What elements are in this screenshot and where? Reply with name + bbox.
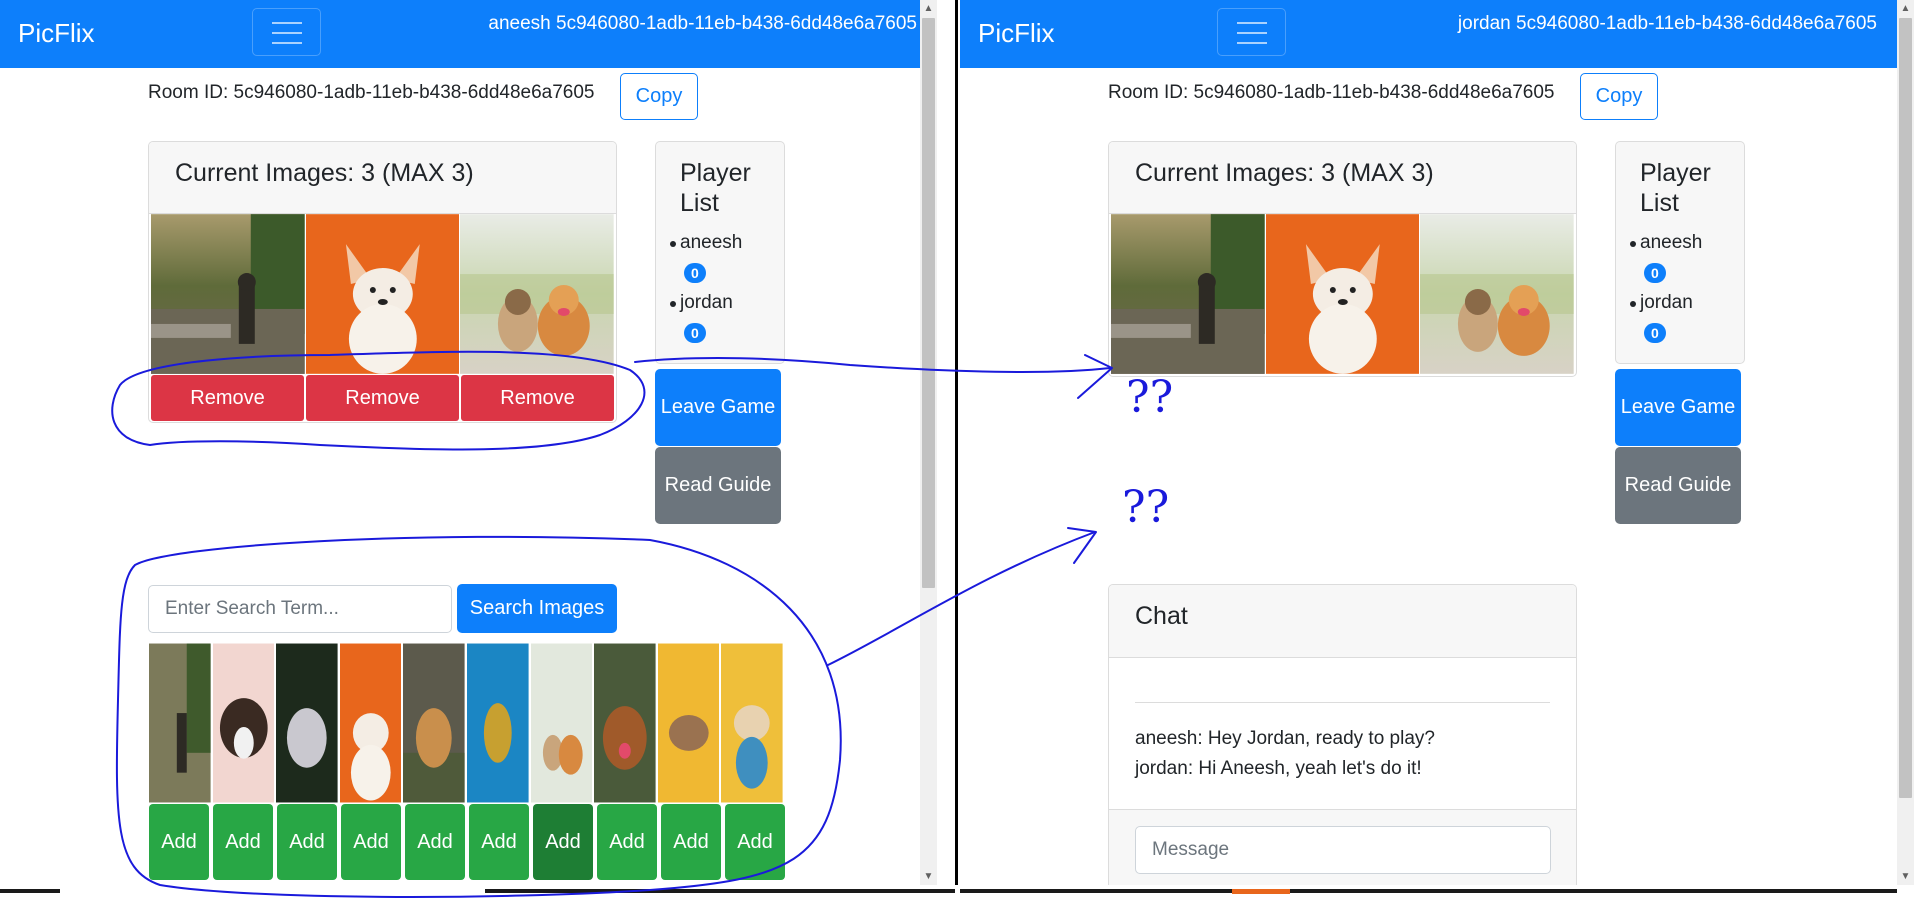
search-results xyxy=(149,643,785,803)
result-image-2 xyxy=(212,643,275,803)
right-browser-window: PicFlix jordan 5c946080-1adb-11eb-b438-6… xyxy=(960,0,1897,905)
score-badge: 0 xyxy=(1644,323,1666,343)
remove-image-1-button[interactable]: Remove xyxy=(151,375,304,421)
chat-message: aneesh: Hey Jordan, ready to play? xyxy=(1135,728,1435,749)
result-image-5 xyxy=(403,643,465,803)
add-image-button[interactable]: Add xyxy=(661,804,721,880)
scroll-down-icon[interactable]: ▼ xyxy=(920,868,937,885)
result-image-7 xyxy=(530,643,593,803)
player-list-card: Player List aneesh 0 jordan 0 xyxy=(655,141,785,364)
chat-message: jordan: Hi Aneesh, yeah let's do it! xyxy=(1135,758,1422,779)
chat-divider xyxy=(1135,702,1550,703)
read-guide-button[interactable]: Read Guide xyxy=(1615,447,1741,524)
add-image-button[interactable]: Add xyxy=(277,804,337,880)
result-image-8 xyxy=(594,643,656,803)
room-id-label: Room ID: 5c946080-1adb-11eb-b438-6dd48e6… xyxy=(148,82,595,103)
add-image-button[interactable]: Add xyxy=(533,804,593,880)
player-list: aneesh 0 jordan 0 xyxy=(670,228,760,348)
menu-toggle-button[interactable] xyxy=(252,8,321,56)
room-id-label: Room ID: 5c946080-1adb-11eb-b438-6dd48e6… xyxy=(1108,82,1555,103)
result-image-4 xyxy=(339,643,402,803)
navbar: PicFlix jordan 5c946080-1adb-11eb-b438-6… xyxy=(960,0,1897,68)
vertical-scrollbar[interactable]: ▲ ▼ xyxy=(920,0,937,905)
player-name: jordan xyxy=(1640,292,1693,313)
leave-game-button[interactable]: Leave Game xyxy=(1615,369,1741,446)
add-image-button[interactable]: Add xyxy=(469,804,529,880)
player-list-card: Player List aneesh 0 jordan 0 xyxy=(1615,141,1745,364)
scrollbar-thumb[interactable] xyxy=(922,18,935,588)
read-guide-button[interactable]: Read Guide xyxy=(655,447,781,524)
add-image-button[interactable]: Add xyxy=(725,804,785,880)
search-images-button[interactable]: Search Images xyxy=(457,584,617,633)
dog-at-creek-image xyxy=(1111,214,1265,374)
player-item: jordan 0 xyxy=(670,288,758,348)
dog-at-creek-image xyxy=(151,214,305,374)
add-image-button[interactable]: Add xyxy=(149,804,209,880)
remove-image-2-button[interactable]: Remove xyxy=(306,375,459,421)
player-item: aneesh 0 xyxy=(670,228,758,288)
copy-room-id-button[interactable]: Copy xyxy=(620,73,698,120)
player-name: jordan xyxy=(680,292,733,313)
brand-logo[interactable]: PicFlix xyxy=(18,18,95,49)
result-image-1 xyxy=(149,643,211,803)
result-image-3 xyxy=(276,643,338,803)
two-dogs-on-path-image xyxy=(1420,214,1575,374)
scroll-up-icon[interactable]: ▲ xyxy=(1897,0,1914,17)
current-images-card: Current Images: 3 (MAX 3) xyxy=(1108,141,1577,377)
scrollbar-thumb[interactable] xyxy=(1899,18,1912,798)
message-input[interactable]: Message xyxy=(1135,826,1551,874)
copy-room-id-button[interactable]: Copy xyxy=(1580,73,1658,120)
current-images-title: Current Images: 3 (MAX 3) xyxy=(1109,142,1576,214)
add-image-button[interactable]: Add xyxy=(597,804,657,880)
result-image-9 xyxy=(657,643,720,803)
result-image-10 xyxy=(721,643,783,803)
add-image-button[interactable]: Add xyxy=(405,804,465,880)
hamburger-icon xyxy=(1237,22,1267,24)
score-badge: 0 xyxy=(684,263,706,283)
player-list-title: Player List xyxy=(1640,159,1711,217)
scroll-down-icon[interactable]: ▼ xyxy=(1897,868,1914,885)
leave-game-button[interactable]: Leave Game xyxy=(655,369,781,446)
player-item: jordan 0 xyxy=(1630,288,1718,348)
player-list: aneesh 0 jordan 0 xyxy=(1630,228,1720,348)
remove-image-3-button[interactable]: Remove xyxy=(461,375,614,421)
search-input[interactable]: Enter Search Term... xyxy=(148,585,452,633)
corgi-on-orange-image xyxy=(1265,214,1420,374)
player-name: aneesh xyxy=(680,232,743,253)
menu-toggle-button[interactable] xyxy=(1217,8,1286,56)
window-divider xyxy=(955,0,958,905)
nav-user-info: aneesh 5c946080-1adb-11eb-b438-6dd48e6a7… xyxy=(488,13,917,34)
add-image-button[interactable]: Add xyxy=(213,804,273,880)
player-item: aneesh 0 xyxy=(1630,228,1718,288)
left-browser-window: PicFlix aneesh 5c946080-1adb-11eb-b438-6… xyxy=(0,0,937,905)
taskbar-indicator xyxy=(1232,889,1290,894)
current-images-title: Current Images: 3 (MAX 3) xyxy=(149,142,616,214)
result-image-6 xyxy=(466,643,529,803)
taskbar-strip xyxy=(0,885,1917,905)
brand-logo[interactable]: PicFlix xyxy=(978,18,1055,49)
player-list-title: Player List xyxy=(680,159,751,217)
score-badge: 0 xyxy=(684,323,706,343)
add-image-button[interactable]: Add xyxy=(341,804,401,880)
navbar: PicFlix aneesh 5c946080-1adb-11eb-b438-6… xyxy=(0,0,937,68)
scroll-up-icon[interactable]: ▲ xyxy=(920,0,937,17)
two-dogs-on-path-image xyxy=(460,214,615,374)
hamburger-icon xyxy=(272,22,302,24)
corgi-on-orange-image xyxy=(305,214,460,374)
chat-card: Chat aneesh: Hey Jordan, ready to play? … xyxy=(1108,584,1577,905)
player-name: aneesh xyxy=(1640,232,1703,253)
chat-title: Chat xyxy=(1109,585,1576,658)
vertical-scrollbar[interactable]: ▲ ▼ xyxy=(1897,0,1914,905)
nav-user-info: jordan 5c946080-1adb-11eb-b438-6dd48e6a7… xyxy=(1457,13,1877,34)
score-badge: 0 xyxy=(1644,263,1666,283)
